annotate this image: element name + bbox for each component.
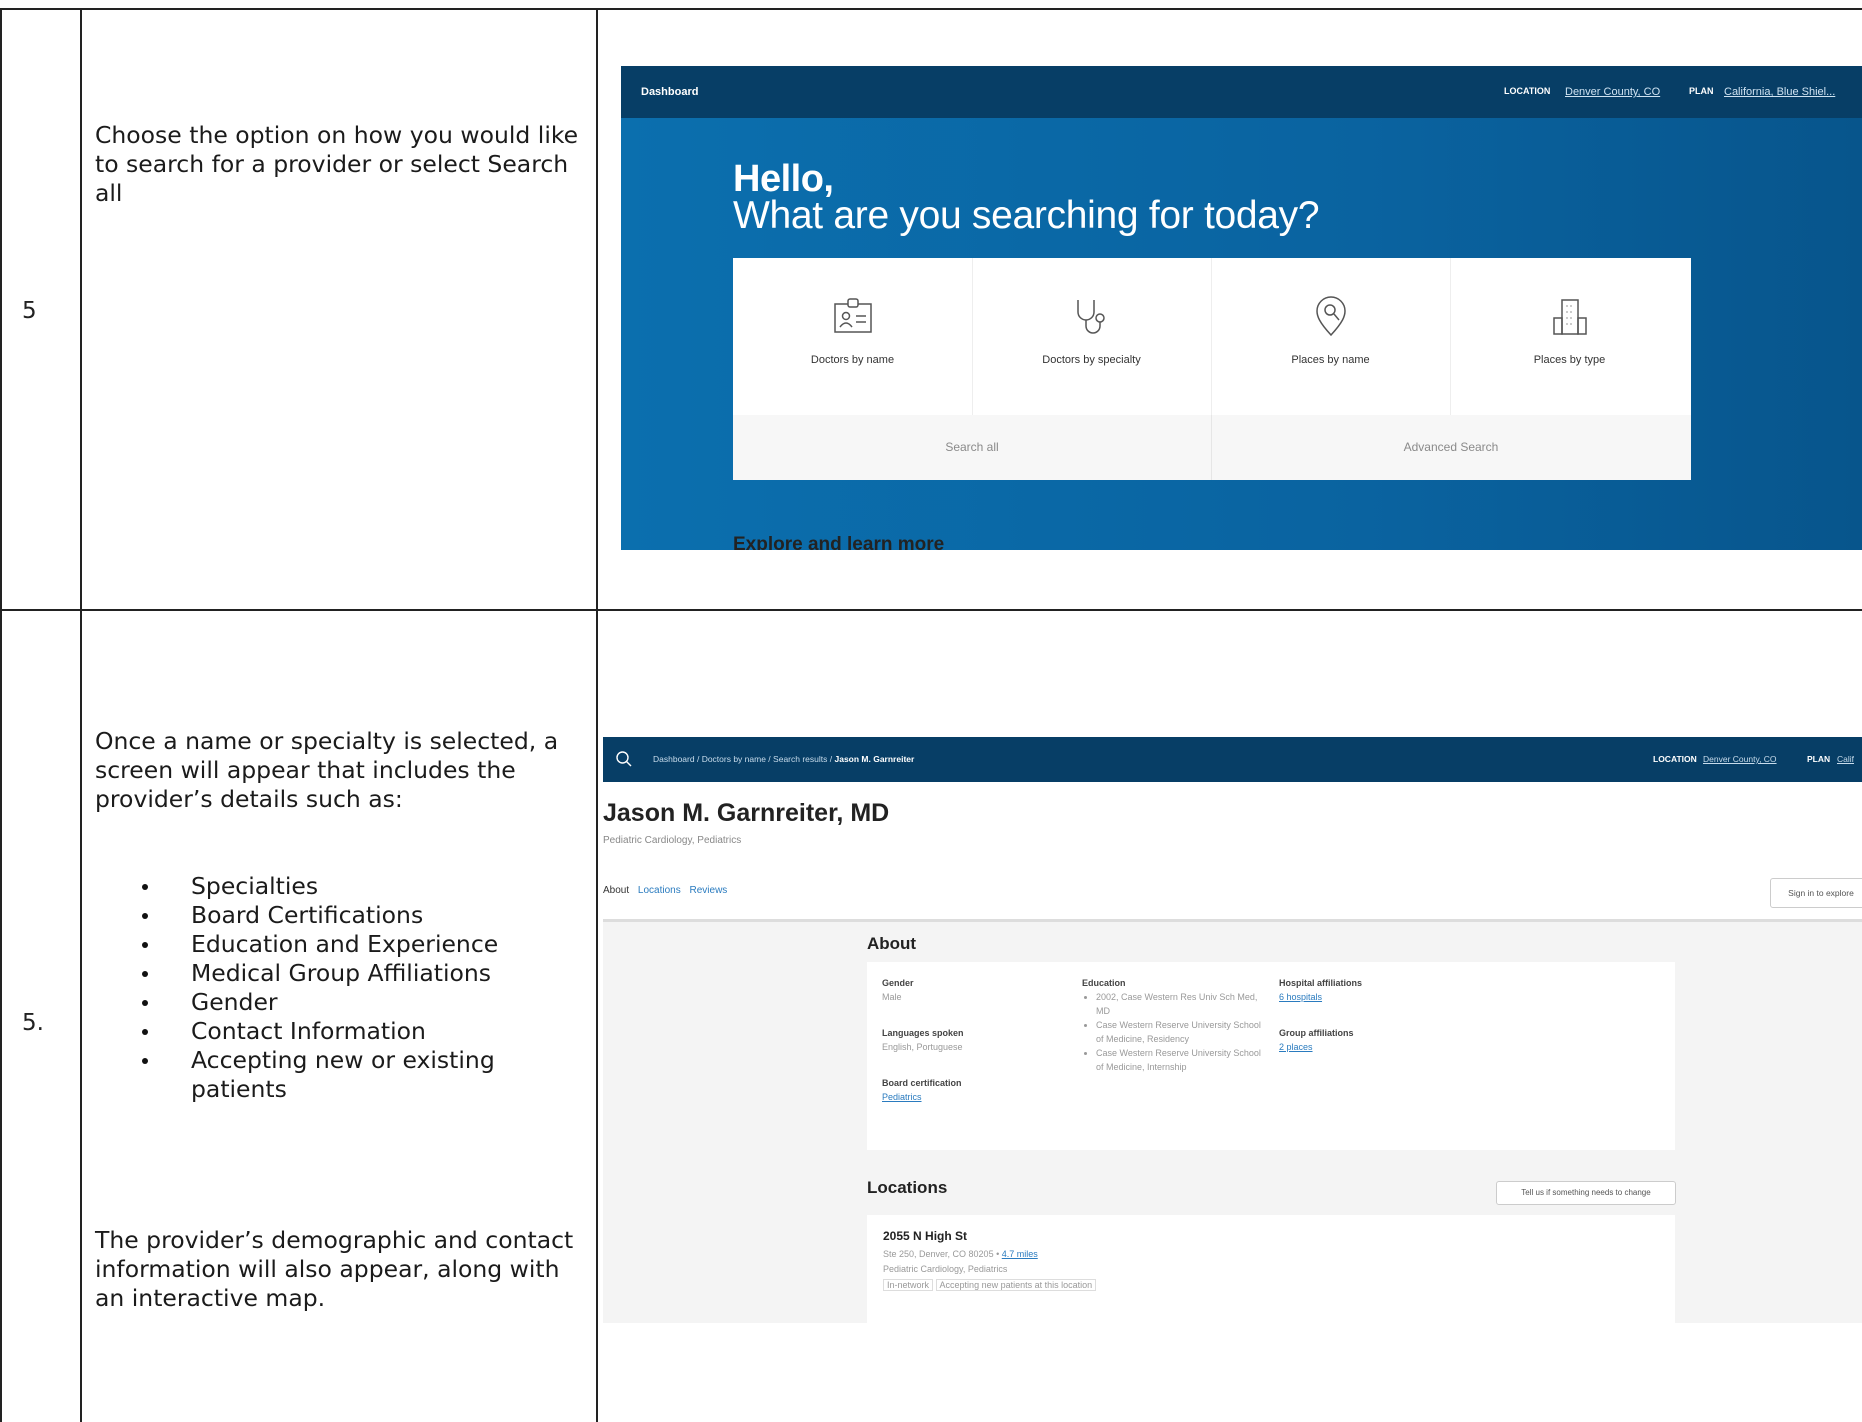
education-item: 2002, Case Western Res Univ Sch Med, MD — [1096, 990, 1262, 1018]
location-link[interactable]: Denver County, CO — [1565, 86, 1660, 98]
breadcrumb-item[interactable]: Doctors by name / — [702, 754, 771, 764]
step-description: Choose the option on how you would like … — [95, 121, 585, 208]
group-link[interactable]: 2 places — [1279, 1042, 1313, 1052]
breadcrumb-current: Jason M. Garnreiter — [834, 754, 915, 764]
step-number: 5 — [22, 298, 37, 324]
board-label: Board certification — [882, 1078, 962, 1088]
list-item: Accepting new or existing patients — [142, 1046, 585, 1104]
step-intro-text: Once a name or specialty is selected, a … — [95, 727, 559, 813]
map-pin-search-icon — [1315, 296, 1346, 337]
advanced-search-button[interactable]: Advanced Search — [1212, 415, 1690, 480]
row-divider — [0, 609, 1862, 611]
search-all-button[interactable]: Search all — [733, 415, 1212, 480]
tab-locations[interactable]: Locations — [638, 885, 681, 896]
column-divider-2 — [596, 8, 598, 1422]
list-item: Education and Experience — [142, 930, 585, 959]
location-label: LOCATION — [1504, 86, 1551, 96]
breadcrumb-item[interactable]: Search results / — [773, 754, 832, 764]
hospital-field: Hospital affiliations 6 hospitals — [1279, 976, 1439, 1004]
step-description: Once a name or specialty is selected, a … — [95, 727, 585, 1313]
option-doctors-by-name[interactable]: Doctors by name — [733, 258, 973, 415]
list-item: Contact Information — [142, 1017, 585, 1046]
languages-field: Languages spoken English, Portuguese — [882, 1026, 1042, 1054]
id-badge-icon — [833, 298, 872, 333]
screenshot-provider-detail: Dashboard / Doctors by name / Search res… — [603, 737, 1862, 1323]
list-item: Medical Group Affiliations — [142, 959, 585, 988]
badge-row: In-network Accepting new patients at thi… — [883, 1278, 1097, 1292]
address-line: Ste 250, Denver, CO 80205 • 4.7 miles — [883, 1247, 1038, 1261]
option-label: Places by name — [1291, 354, 1370, 366]
plan-label: PLAN — [1807, 754, 1831, 764]
search-icon[interactable] — [615, 750, 633, 768]
detail-list: Specialties Board Certifications Educati… — [95, 872, 585, 1104]
option-label: Places by type — [1533, 354, 1606, 366]
plan-label: PLAN — [1689, 86, 1714, 96]
column-divider-1 — [80, 8, 82, 1422]
group-field: Group affiliations 2 places — [1279, 1026, 1439, 1054]
about-card: Gender Male Languages spoken English, Po… — [867, 962, 1675, 1150]
section-tabs: About Locations Reviews — [603, 885, 727, 896]
breadcrumb-item[interactable]: Dashboard / — [653, 754, 699, 764]
screenshot-search-home: Dashboard LOCATION Denver County, CO PLA… — [621, 66, 1862, 550]
step-number: 5. — [22, 1010, 44, 1036]
gender-field: Gender Male — [882, 976, 1042, 1004]
location-card[interactable]: 2055 N High St Ste 250, Denver, CO 80205… — [867, 1215, 1675, 1323]
group-label: Group affiliations — [1279, 1028, 1354, 1038]
distance-link[interactable]: 4.7 miles — [1002, 1249, 1038, 1259]
education-field: Education 2002, Case Western Res Univ Sc… — [1082, 976, 1262, 1074]
provider-name: Jason M. Garnreiter, MD — [603, 799, 890, 827]
education-list: 2002, Case Western Res Univ Sch Med, MD … — [1082, 990, 1262, 1074]
table-border-left — [0, 8, 2, 1422]
location-link[interactable]: Denver County, CO — [1703, 754, 1777, 764]
languages-label: Languages spoken — [882, 1028, 964, 1038]
network-badge: In-network — [883, 1279, 934, 1291]
location-label: LOCATION — [1653, 754, 1697, 764]
hospital-label: Hospital affiliations — [1279, 978, 1363, 988]
step-text: Choose the option on how you would like … — [95, 121, 579, 207]
board-link[interactable]: Pediatrics — [882, 1092, 922, 1102]
address-specialties: Pediatric Cardiology, Pediatrics — [883, 1264, 1008, 1274]
explore-heading: Explore and learn more — [733, 534, 945, 550]
provider-specialties: Pediatric Cardiology, Pediatrics — [603, 835, 742, 846]
locations-heading: Locations — [867, 1178, 948, 1197]
stethoscope-icon — [1076, 300, 1105, 334]
list-item: Board Certifications — [142, 901, 585, 930]
search-options-card: Doctors by name Doctors by specialty Pla… — [733, 258, 1691, 480]
top-nav: Dashboard LOCATION Denver County, CO PLA… — [621, 66, 1862, 118]
provider-content: About Gender Male Languages spoken Engli… — [603, 919, 1862, 1323]
tab-about[interactable]: About — [603, 885, 629, 896]
plan-link[interactable]: California, Blue Shiel... — [1724, 86, 1835, 98]
top-nav: Dashboard / Doctors by name / Search res… — [603, 737, 1862, 782]
plan-link[interactable]: Calif — [1837, 754, 1854, 764]
board-field: Board certification Pediatrics — [882, 1076, 1042, 1104]
nav-dashboard-link[interactable]: Dashboard — [641, 86, 698, 98]
table-border-top — [0, 8, 1862, 10]
search-question-heading: What are you searching for today? — [733, 194, 1320, 237]
breadcrumb: Dashboard / Doctors by name / Search res… — [653, 754, 914, 764]
option-places-by-name[interactable]: Places by name — [1211, 258, 1451, 415]
about-heading: About — [867, 934, 917, 953]
gender-label: Gender — [882, 978, 914, 988]
list-item: Specialties — [142, 872, 585, 901]
gender-value: Male — [882, 992, 902, 1002]
option-label: Doctors by specialty — [1042, 354, 1141, 366]
list-item: Gender — [142, 988, 585, 1017]
address-text: Ste 250, Denver, CO 80205 • — [883, 1249, 1000, 1259]
tab-reviews[interactable]: Reviews — [690, 885, 728, 896]
education-item: Case Western Reserve University School o… — [1096, 1046, 1262, 1074]
languages-value: English, Portuguese — [882, 1042, 963, 1052]
education-item: Case Western Reserve University School o… — [1096, 1018, 1262, 1046]
education-label: Education — [1082, 978, 1126, 988]
search-actions: Search all Advanced Search — [733, 415, 1691, 480]
sign-in-button[interactable]: Sign in to explore — [1770, 878, 1862, 908]
building-icon — [1552, 299, 1587, 335]
option-label: Doctors by name — [810, 354, 895, 366]
option-places-by-type[interactable]: Places by type — [1450, 258, 1689, 415]
address-title: 2055 N High St — [883, 1229, 968, 1243]
tell-us-button[interactable]: Tell us if something needs to change — [1496, 1181, 1676, 1205]
step-outro-text: The provider’s demographic and contact i… — [95, 1226, 574, 1312]
hospital-link[interactable]: 6 hospitals — [1279, 992, 1322, 1002]
option-doctors-by-specialty[interactable]: Doctors by specialty — [972, 258, 1212, 415]
accepting-badge: Accepting new patients at this location — [935, 1279, 1097, 1291]
